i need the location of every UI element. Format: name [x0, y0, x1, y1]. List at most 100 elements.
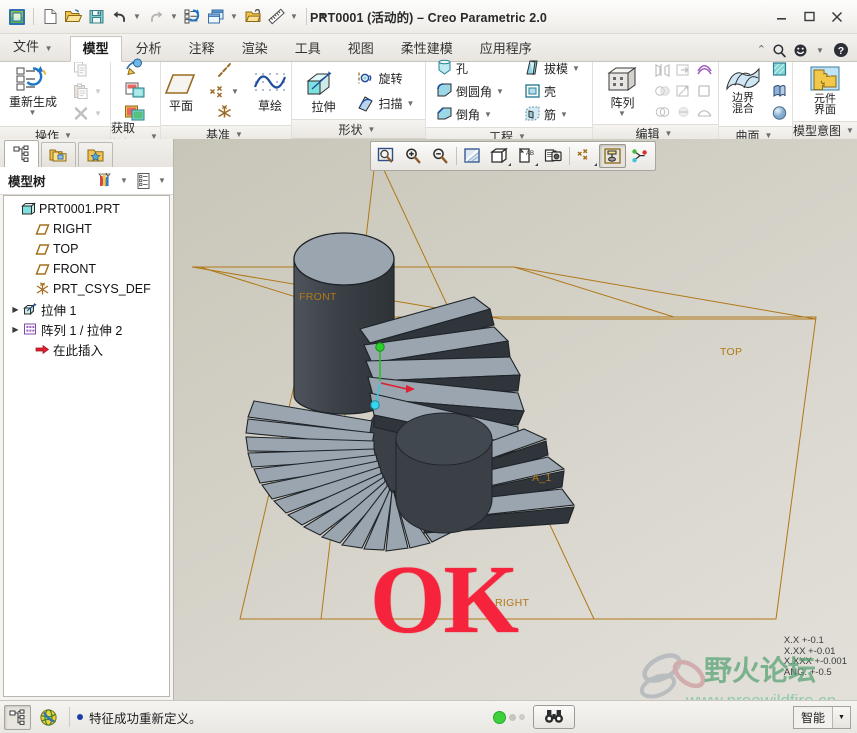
- folder-browser-tab[interactable]: [41, 142, 76, 167]
- annotation-display-button[interactable]: [599, 144, 626, 168]
- tree-expander-icon[interactable]: ▶: [9, 305, 22, 314]
- tree-settings-arrow-icon[interactable]: ▼: [156, 176, 169, 185]
- datum-csys-button[interactable]: [205, 102, 245, 123]
- datum-point-button[interactable]: ▼: [205, 81, 245, 102]
- thicken-button[interactable]: [695, 102, 715, 122]
- sketch-button[interactable]: 草绘: [247, 68, 293, 115]
- import-button[interactable]: [121, 57, 149, 78]
- measure-icon[interactable]: [265, 6, 287, 28]
- maximize-button[interactable]: [796, 7, 822, 27]
- component-interface-button[interactable]: 元件 界面: [799, 63, 851, 119]
- datum-display-button[interactable]: [572, 144, 599, 168]
- delete-dropdown-icon[interactable]: ▼: [92, 109, 105, 118]
- open-file-icon[interactable]: [62, 6, 84, 28]
- sweep-button[interactable]: 扫描 ▼: [353, 93, 420, 114]
- tree-item-front-plane[interactable]: FRONT: [4, 259, 169, 279]
- regenerate-dropdown-icon[interactable]: ▼: [27, 108, 40, 117]
- extrude-button[interactable]: 拉伸: [296, 66, 350, 116]
- model-tree-toggle-button[interactable]: [4, 704, 31, 730]
- hole-button[interactable]: 孔: [432, 58, 510, 79]
- display-style-button[interactable]: [486, 144, 513, 168]
- close-button[interactable]: [824, 7, 850, 27]
- redo-icon[interactable]: [145, 6, 167, 28]
- project-button[interactable]: [674, 102, 694, 122]
- selection-filter-arrow-icon[interactable]: ▼: [832, 706, 850, 728]
- pattern-button[interactable]: 阵列 ▼: [597, 62, 649, 121]
- tree-filters-arrow-icon[interactable]: ▼: [118, 176, 131, 185]
- zoom-out-button[interactable]: [427, 144, 454, 168]
- chamfer-dropdown-icon[interactable]: ▼: [482, 110, 495, 119]
- repaint-button[interactable]: [459, 144, 486, 168]
- redo-dropdown-icon[interactable]: ▼: [168, 12, 181, 21]
- undo-icon[interactable]: [108, 6, 130, 28]
- selection-filter-combo[interactable]: 智能 ▼: [792, 705, 851, 729]
- datum-plane-button[interactable]: 平面: [159, 68, 203, 115]
- draft-button[interactable]: 拔模 ▼: [520, 58, 586, 79]
- refit-button[interactable]: [373, 144, 400, 168]
- group-datum-arrow-icon[interactable]: ▼: [233, 130, 246, 139]
- paste-button[interactable]: ▼: [70, 81, 108, 102]
- group-model-intent-arrow-icon[interactable]: ▼: [844, 126, 857, 135]
- display-style-corner-icon[interactable]: [508, 163, 511, 166]
- tree-item-top-plane[interactable]: TOP: [4, 239, 169, 259]
- favorites-tab[interactable]: [78, 142, 113, 167]
- tab-file-arrow-icon[interactable]: ▼: [43, 41, 56, 56]
- extend-button[interactable]: [674, 81, 694, 101]
- tree-item-pattern-1[interactable]: ▶ 阵列 1 / 拉伸 2: [4, 319, 169, 339]
- freestyle-button[interactable]: [768, 103, 791, 124]
- group-label-model-intent[interactable]: 模型意图 ▼: [793, 121, 857, 139]
- tree-item-extrude-1[interactable]: ▶ 拉伸 1: [4, 299, 169, 319]
- tree-item-part[interactable]: PRT0001.PRT: [4, 199, 169, 219]
- model-tree[interactable]: PRT0001.PRT RIGHT TOP FRONT PRT_CSYS_DEF…: [3, 195, 170, 697]
- new-file-icon[interactable]: [39, 6, 61, 28]
- help-face-icon[interactable]: [793, 43, 808, 58]
- browser-toggle-button[interactable]: [35, 705, 62, 730]
- group-editing-arrow-icon[interactable]: ▼: [663, 129, 676, 138]
- window-dropdown-icon[interactable]: ▼: [228, 12, 241, 21]
- delete-button[interactable]: ▼: [70, 103, 108, 124]
- minimize-button[interactable]: [768, 7, 794, 27]
- shrinkwrap-button[interactable]: [121, 80, 149, 101]
- group-label-shapes[interactable]: 形状 ▼: [291, 119, 425, 138]
- intersect-button[interactable]: [653, 102, 673, 122]
- tree-expander-icon[interactable]: ▶: [9, 325, 22, 334]
- chamfer-button[interactable]: 倒角 ▼: [432, 104, 510, 125]
- undo-dropdown-icon[interactable]: ▼: [131, 12, 144, 21]
- tree-settings-icon[interactable]: [135, 172, 152, 190]
- rib-dropdown-icon[interactable]: ▼: [558, 110, 571, 119]
- tree-filters-icon[interactable]: [95, 171, 114, 190]
- zoom-in-button[interactable]: [400, 144, 427, 168]
- creo-logo-icon[interactable]: [6, 6, 28, 28]
- paste-dropdown-icon[interactable]: ▼: [92, 87, 105, 96]
- group-shapes-arrow-icon[interactable]: ▼: [365, 125, 378, 134]
- merge-button[interactable]: [653, 81, 673, 101]
- regenerate-icon[interactable]: [182, 6, 204, 28]
- window-switch-icon[interactable]: [205, 6, 227, 28]
- style-button[interactable]: [768, 81, 791, 102]
- round-button[interactable]: 倒圆角 ▼: [432, 81, 510, 102]
- model-tree-tab[interactable]: [4, 140, 39, 167]
- tab-view[interactable]: 视图: [335, 36, 387, 61]
- datum-point-dropdown-icon[interactable]: ▼: [229, 87, 242, 96]
- revolve-button[interactable]: 旋转: [353, 68, 420, 89]
- shell-button[interactable]: 壳: [520, 81, 586, 102]
- saved-orientations-button[interactable]: AB: [513, 144, 540, 168]
- qat-overflow-icon[interactable]: ▼: [312, 6, 334, 28]
- boundary-blend-button[interactable]: 边界 混合: [720, 64, 766, 118]
- pattern-dropdown-icon[interactable]: ▼: [616, 109, 629, 118]
- offset-button[interactable]: [695, 81, 715, 101]
- save-icon[interactable]: [85, 6, 107, 28]
- graphics-viewport[interactable]: AB OK FRONT TOP RIGHT A_1 X.X +-0.1 X.XX…: [174, 139, 857, 700]
- regenerate-button[interactable]: 重新生成 ▼: [2, 63, 64, 120]
- help-dropdown-icon[interactable]: ▼: [814, 46, 827, 55]
- sweep-dropdown-icon[interactable]: ▼: [404, 99, 417, 108]
- spin-center-button[interactable]: [626, 144, 653, 168]
- tree-item-insert-here[interactable]: 在此插入: [4, 339, 169, 359]
- trim-button[interactable]: [695, 60, 715, 80]
- search-icon[interactable]: [772, 43, 787, 58]
- tree-item-csys[interactable]: PRT_CSYS_DEF: [4, 279, 169, 299]
- view-manager-button[interactable]: [540, 144, 567, 168]
- help-question-icon[interactable]: ?: [833, 42, 849, 58]
- collapse-ribbon-icon[interactable]: ⌃: [757, 44, 766, 56]
- datum-display-corner-icon[interactable]: [594, 163, 597, 166]
